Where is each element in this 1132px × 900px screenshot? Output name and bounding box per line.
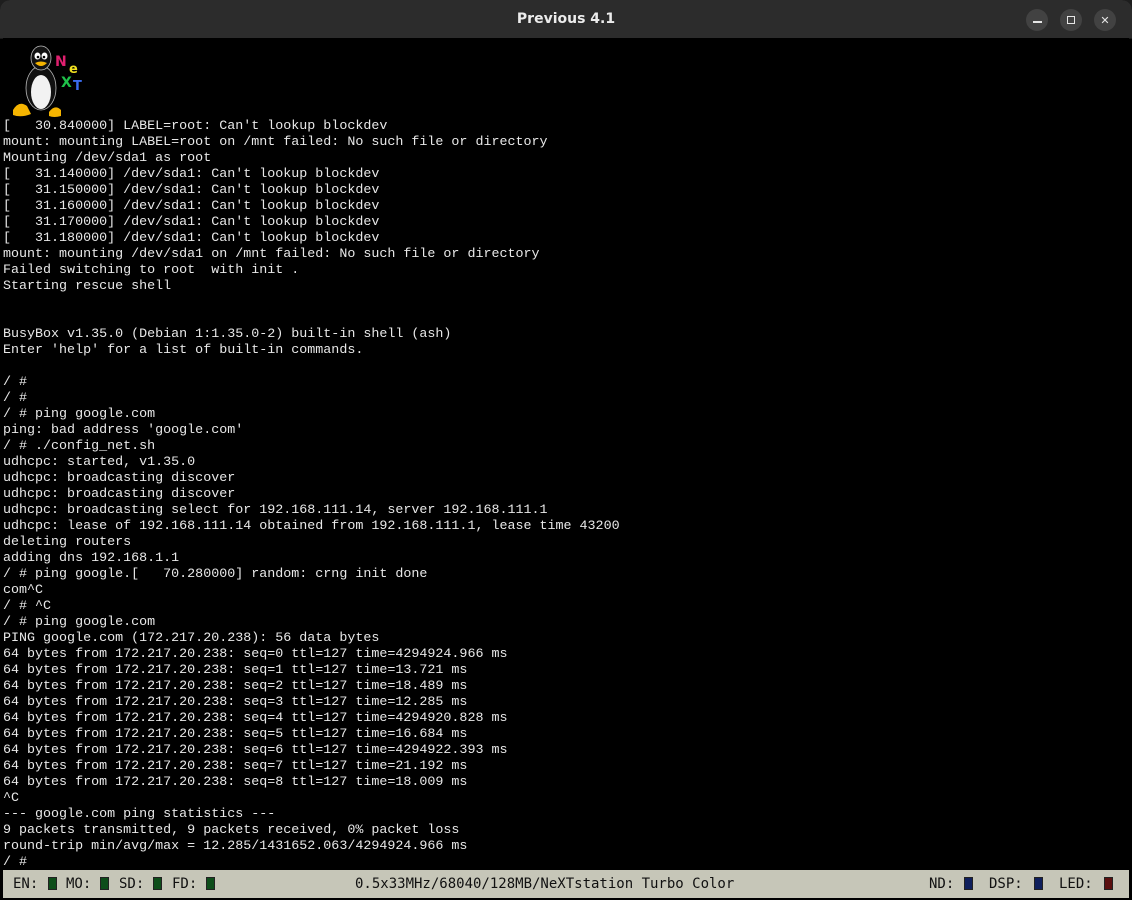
terminal-line: / # ping google.com (3, 407, 156, 422)
svg-text:T: T (73, 79, 82, 94)
sd-indicator (153, 877, 162, 890)
minimize-icon (1032, 21, 1042, 23)
terminal-line: deleting routers (3, 535, 132, 550)
led-indicator (1104, 877, 1113, 890)
next-logo-text: N (55, 54, 67, 70)
maximize-button[interactable] (1060, 9, 1082, 31)
terminal-line: [ 31.180000] /dev/sda1: Can't lookup blo… (3, 231, 380, 246)
dsp-label: DSP: (989, 876, 1023, 892)
terminal-line: [ 31.170000] /dev/sda1: Can't lookup blo… (3, 215, 380, 230)
terminal-line: adding dns 192.168.1.1 (3, 551, 180, 566)
terminal-line: ping: bad address 'google.com' (3, 423, 244, 438)
terminal-line: udhcpc: broadcasting discover (3, 471, 236, 486)
window-title: Previous 4.1 (516, 11, 616, 27)
emulator-window: Previous 4.1 ✕ N e X T [30.840000] LABE… (0, 0, 1132, 900)
terminal-line: / # ./config_net.sh (3, 439, 156, 454)
maximize-icon (1067, 16, 1075, 24)
terminal-line: 64 bytes from 172.217.20.238: seq=2 ttl=… (3, 679, 468, 694)
terminal-line: 64 bytes from 172.217.20.238: seq=8 ttl=… (3, 775, 468, 790)
sd-label: SD: (119, 876, 145, 892)
tux-next-logo: N e X T (13, 45, 82, 117)
terminal-line: / # (3, 391, 28, 406)
terminal-line: ^C (3, 791, 20, 806)
terminal-line: 64 bytes from 172.217.20.238: seq=5 ttl=… (3, 727, 468, 742)
emulator-screen[interactable]: N e X T [ 30.840000] LABEL=root: Can't l… (3, 38, 1129, 870)
terminal-line: / # ping google.com (3, 615, 156, 630)
terminal-line: 64 bytes from 172.217.20.238: seq=1 ttl=… (3, 663, 468, 678)
close-button[interactable]: ✕ (1094, 9, 1116, 31)
terminal-line: 64 bytes from 172.217.20.238: seq=3 ttl=… (3, 695, 468, 710)
terminal-line: --- google.com ping statistics --- (3, 807, 276, 822)
terminal-line: Enter 'help' for a list of built-in comm… (3, 343, 364, 358)
machine-info: 0.5x33MHz/68040/128MB/NeXTstation Turbo … (355, 876, 735, 892)
terminal-line: 64 bytes from 172.217.20.238: seq=0 ttl=… (3, 647, 508, 662)
terminal-line: / # (3, 855, 28, 870)
terminal-line: [ 31.150000] /dev/sda1: Can't lookup blo… (3, 183, 380, 198)
terminal-line: / # ping google.[ 70.280000] random: crn… (3, 567, 428, 582)
svg-text:X: X (61, 75, 72, 91)
terminal-line: 64 bytes from 172.217.20.238: seq=6 ttl=… (3, 743, 508, 758)
terminal-line: mount: mounting LABEL=root on /mnt faile… (3, 135, 548, 150)
terminal-line: 64 bytes from 172.217.20.238: seq=7 ttl=… (3, 759, 468, 774)
nd-indicator (964, 877, 973, 890)
en-indicator (48, 877, 57, 890)
terminal-line: PING google.com (172.217.20.238): 56 dat… (3, 631, 380, 646)
terminal-line: round-trip min/avg/max = 12.285/1431652.… (3, 839, 468, 854)
close-icon: ✕ (1100, 13, 1110, 27)
terminal-line: udhcpc: broadcasting discover (3, 487, 236, 502)
terminal-line: Mounting /dev/sda1 as root (3, 151, 212, 166)
mo-label: MO: (66, 876, 92, 892)
status-bar: EN: MO: SD: FD: 0.5x33MHz/68040/128MB/Ne… (3, 870, 1129, 898)
terminal-line: [ 31.160000] /dev/sda1: Can't lookup blo… (3, 199, 380, 214)
fd-indicator (206, 877, 215, 890)
terminal-line: 9 packets transmitted, 9 packets receive… (3, 823, 460, 838)
terminal-line: / # (3, 375, 28, 390)
dsp-indicator (1034, 877, 1043, 890)
terminal-line: Starting rescue shell (3, 279, 172, 294)
terminal-line: udhcpc: broadcasting select for 192.168.… (3, 503, 548, 518)
fd-label: FD: (172, 876, 198, 892)
terminal-line: udhcpc: lease of 192.168.111.14 obtained… (3, 519, 620, 534)
terminal-line: mount: mounting /dev/sda1 on /mnt failed… (3, 247, 540, 262)
terminal-line: [ 30.840000] LABEL=root: Can't lookup bl… (3, 119, 388, 134)
en-label: EN: (13, 876, 39, 892)
terminal-line: Failed switching to root with init . (3, 263, 300, 278)
terminal-line: 64 bytes from 172.217.20.238: seq=4 ttl=… (3, 711, 508, 726)
minimize-button[interactable] (1026, 9, 1048, 31)
led-label: LED: (1059, 876, 1093, 892)
terminal-line: udhcpc: started, v1.35.0 (3, 455, 196, 470)
terminal-line: / # ^C (3, 599, 52, 614)
terminal-line: BusyBox v1.35.0 (Debian 1:1.35.0-2) buil… (3, 327, 452, 342)
mo-indicator (100, 877, 109, 890)
terminal-line: [ 31.140000] /dev/sda1: Can't lookup blo… (3, 167, 380, 182)
terminal-line: com^C (3, 583, 44, 598)
nd-label: ND: (929, 876, 955, 892)
terminal-output[interactable]: [ 30.840000] LABEL=root: Can't lookup bl… (3, 119, 1129, 870)
title-bar[interactable]: Previous 4.1 ✕ (0, 0, 1132, 39)
